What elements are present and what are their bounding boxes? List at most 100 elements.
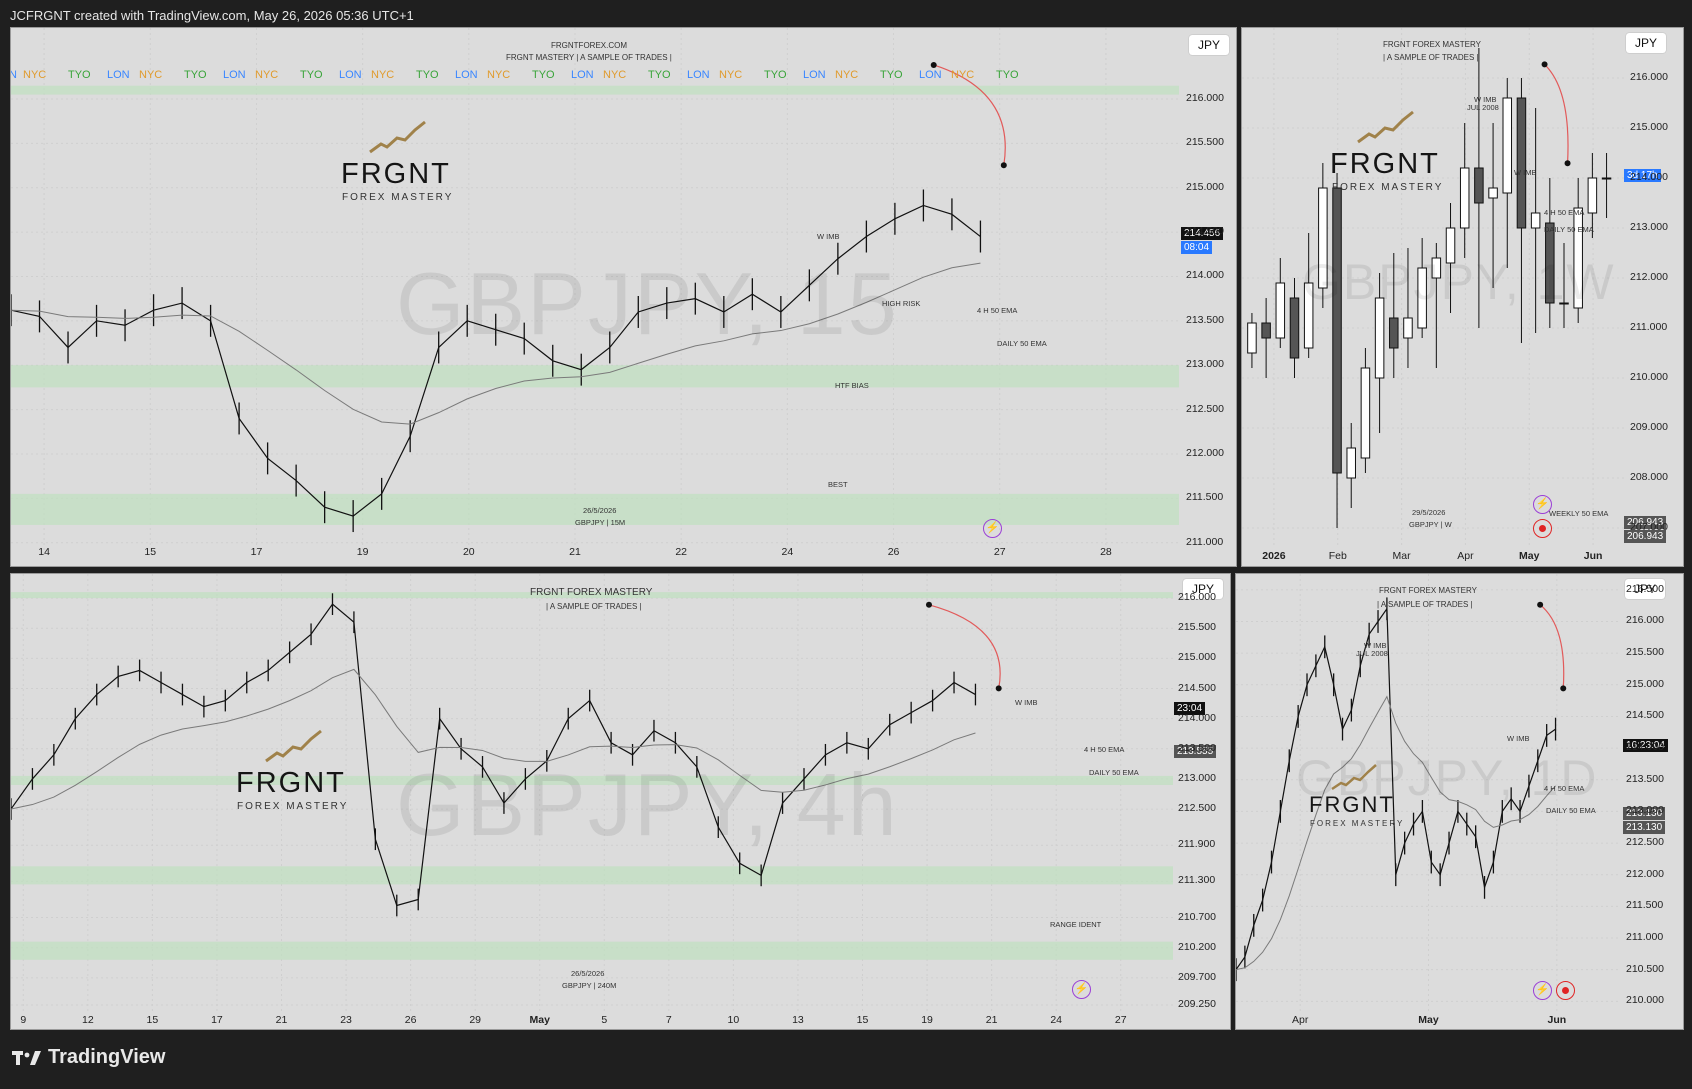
brand-logo-subtitle: FOREX MASTERY xyxy=(1310,819,1405,828)
price-tick-label: 210.000 xyxy=(1626,994,1664,1007)
price-tick-label: 215.500 xyxy=(1186,136,1224,149)
target-dot xyxy=(995,685,1002,692)
brand-logo-arrow-icon xyxy=(265,729,322,763)
currency-button[interactable]: JPY xyxy=(1626,33,1667,53)
annotation-symbol-tf: GBPJPY | W xyxy=(1409,520,1452,529)
tradingview-logo[interactable]: TradingView xyxy=(12,1046,165,1069)
brand-logo-subtitle: FOREX MASTERY xyxy=(237,801,349,812)
annotation-w-imb: W IMB xyxy=(817,232,840,241)
price-tick-label: 212.500 xyxy=(1186,402,1224,415)
time-tick-label: 15 xyxy=(144,546,157,558)
price-tick-label: 216.000 xyxy=(1630,71,1668,83)
time-tick-label: 27 xyxy=(993,546,1006,558)
time-tick-label: 21 xyxy=(985,1014,998,1026)
price-tick-label: 215.500 xyxy=(1626,646,1664,659)
session-label: LON xyxy=(919,69,942,81)
chart-panel-4h[interactable]: GBPJPY, 4h FRGNT FOREX MASTERY | A SAMPL… xyxy=(10,573,1231,1030)
annotation-daily-50-ema: DAILY 50 EMA xyxy=(1546,806,1596,815)
session-label: LON xyxy=(339,69,362,81)
time-tick-label: 5 xyxy=(601,1014,608,1026)
session-label: NYC xyxy=(255,69,279,81)
annotation-date: 26/5/2026 xyxy=(583,506,617,515)
symbol-watermark: GBPJPY, 15 xyxy=(396,254,899,353)
session-label: LON xyxy=(107,69,130,81)
price-tick-label: 211.000 xyxy=(1186,535,1224,548)
alert-lightning-icon[interactable]: ⚡ xyxy=(983,519,1002,538)
chart-panel-daily[interactable]: GBPJPY, 1D FRGNT FOREX MASTERY | A SAMPL… xyxy=(1235,573,1684,1030)
price-tick-label: 210.700 xyxy=(1178,910,1216,923)
time-tick-label: 7 xyxy=(665,1014,672,1026)
annotation-daily-50-ema: DAILY 50 EMA xyxy=(1089,768,1139,777)
price-tick-label: 213.500 xyxy=(1186,313,1224,326)
tradingview-brand: TradingView xyxy=(48,1046,166,1068)
annotation-date: 29/5/2026 xyxy=(1412,508,1446,517)
annotation-w-imb: W IMB xyxy=(1015,698,1038,707)
alert-lightning-icon[interactable]: ⚡ xyxy=(1072,980,1091,999)
time-tick-label: 24 xyxy=(1050,1014,1062,1026)
time-tick-label: 10 xyxy=(727,1014,740,1026)
target-dot xyxy=(1560,685,1567,692)
time-tick-label: 14 xyxy=(38,546,50,558)
candle-body xyxy=(1502,97,1513,194)
price-tick-label: 214.000 xyxy=(1626,741,1664,754)
candle-body xyxy=(1530,212,1541,229)
time-tick-label: 23 xyxy=(340,1014,352,1026)
session-label: TYO xyxy=(68,69,91,81)
brand-logo-arrow-icon xyxy=(1357,110,1414,144)
annotation-best: BEST xyxy=(828,480,848,489)
chart-header-title: FRGNT FOREX MASTERY xyxy=(1383,40,1481,49)
price-tick-label: 216.500 xyxy=(1626,582,1664,595)
session-label: NYC xyxy=(603,69,627,81)
time-tick-label: Apr xyxy=(1457,550,1474,562)
price-tick-label: 211.900 xyxy=(1178,838,1216,851)
price-tick-label: 209.000 xyxy=(1630,421,1668,433)
target-origin-dot xyxy=(1537,601,1544,608)
candle-body xyxy=(1587,177,1598,214)
target-dot xyxy=(1564,160,1571,167)
time-tick-label: 21 xyxy=(275,1014,288,1026)
session-label: LON xyxy=(223,69,246,81)
annotation-htf-bias: HTF BIAS xyxy=(835,381,869,390)
session-label: TYO xyxy=(532,69,555,81)
time-tick-label: 17 xyxy=(211,1014,223,1026)
session-label: NYC xyxy=(139,69,163,81)
time-tick-label: Feb xyxy=(1328,550,1347,562)
countdown-tag: 08:04 xyxy=(1181,241,1213,254)
chart-panel-weekly[interactable]: GBPJPY, 1W FRGNT FOREX MASTERY | A SAMPL… xyxy=(1241,27,1684,567)
time-tick-label: May xyxy=(1418,1014,1439,1026)
annotation-4h-50-ema: 4 H 50 EMA xyxy=(1544,784,1585,793)
chart-header-sample: | A SAMPLE OF TRADES | xyxy=(1377,600,1473,609)
time-tick-label: 9 xyxy=(20,1014,27,1026)
record-icon[interactable] xyxy=(1556,981,1575,1000)
time-tick-label: 15 xyxy=(146,1014,159,1026)
price-tick-label: 212.500 xyxy=(1626,836,1664,849)
annotation-4h-50-ema: 4 H 50 EMA xyxy=(1084,745,1125,754)
record-icon[interactable] xyxy=(1533,519,1552,538)
candle-body xyxy=(1332,187,1342,474)
time-tick-label: 24 xyxy=(781,546,794,558)
price-tick-label: 211.000 xyxy=(1626,931,1664,944)
candle-body xyxy=(1403,317,1413,339)
brand-logo-title: FRGNT xyxy=(236,767,346,799)
time-tick-label: 13 xyxy=(792,1014,804,1026)
time-tick-label: 19 xyxy=(921,1014,933,1026)
demand-zone xyxy=(11,941,1173,960)
time-tick-label: 20 xyxy=(462,546,475,558)
price-tick-label: 208.000 xyxy=(1630,471,1668,483)
annotation-daily-50-ema: DAILY 50 EMA xyxy=(1544,225,1594,234)
alert-lightning-icon[interactable]: ⚡ xyxy=(1533,981,1552,1000)
time-tick-label: 22 xyxy=(675,546,688,558)
candle-body xyxy=(1247,322,1257,354)
tradingview-logo-icon xyxy=(12,1050,41,1065)
time-tick-label: Jun xyxy=(1583,550,1603,562)
brand-logo-subtitle: FOREX MASTERY xyxy=(1332,182,1444,193)
target-origin-dot xyxy=(1541,61,1548,68)
alert-lightning-icon[interactable]: ⚡ xyxy=(1533,495,1552,514)
target-origin-dot xyxy=(925,601,932,608)
price-tick-label: 211.300 xyxy=(1178,874,1216,887)
currency-button[interactable]: JPY xyxy=(1189,35,1230,55)
time-tick-label: 26 xyxy=(887,546,900,558)
price-tick-label: 213.500 xyxy=(1626,772,1664,785)
chart-panel-15m[interactable]: GBPJPY, 15 FRGNTFOREX.COM FRGNT MASTERY … xyxy=(10,27,1237,567)
brand-logo-title: FRGNT xyxy=(341,158,451,190)
